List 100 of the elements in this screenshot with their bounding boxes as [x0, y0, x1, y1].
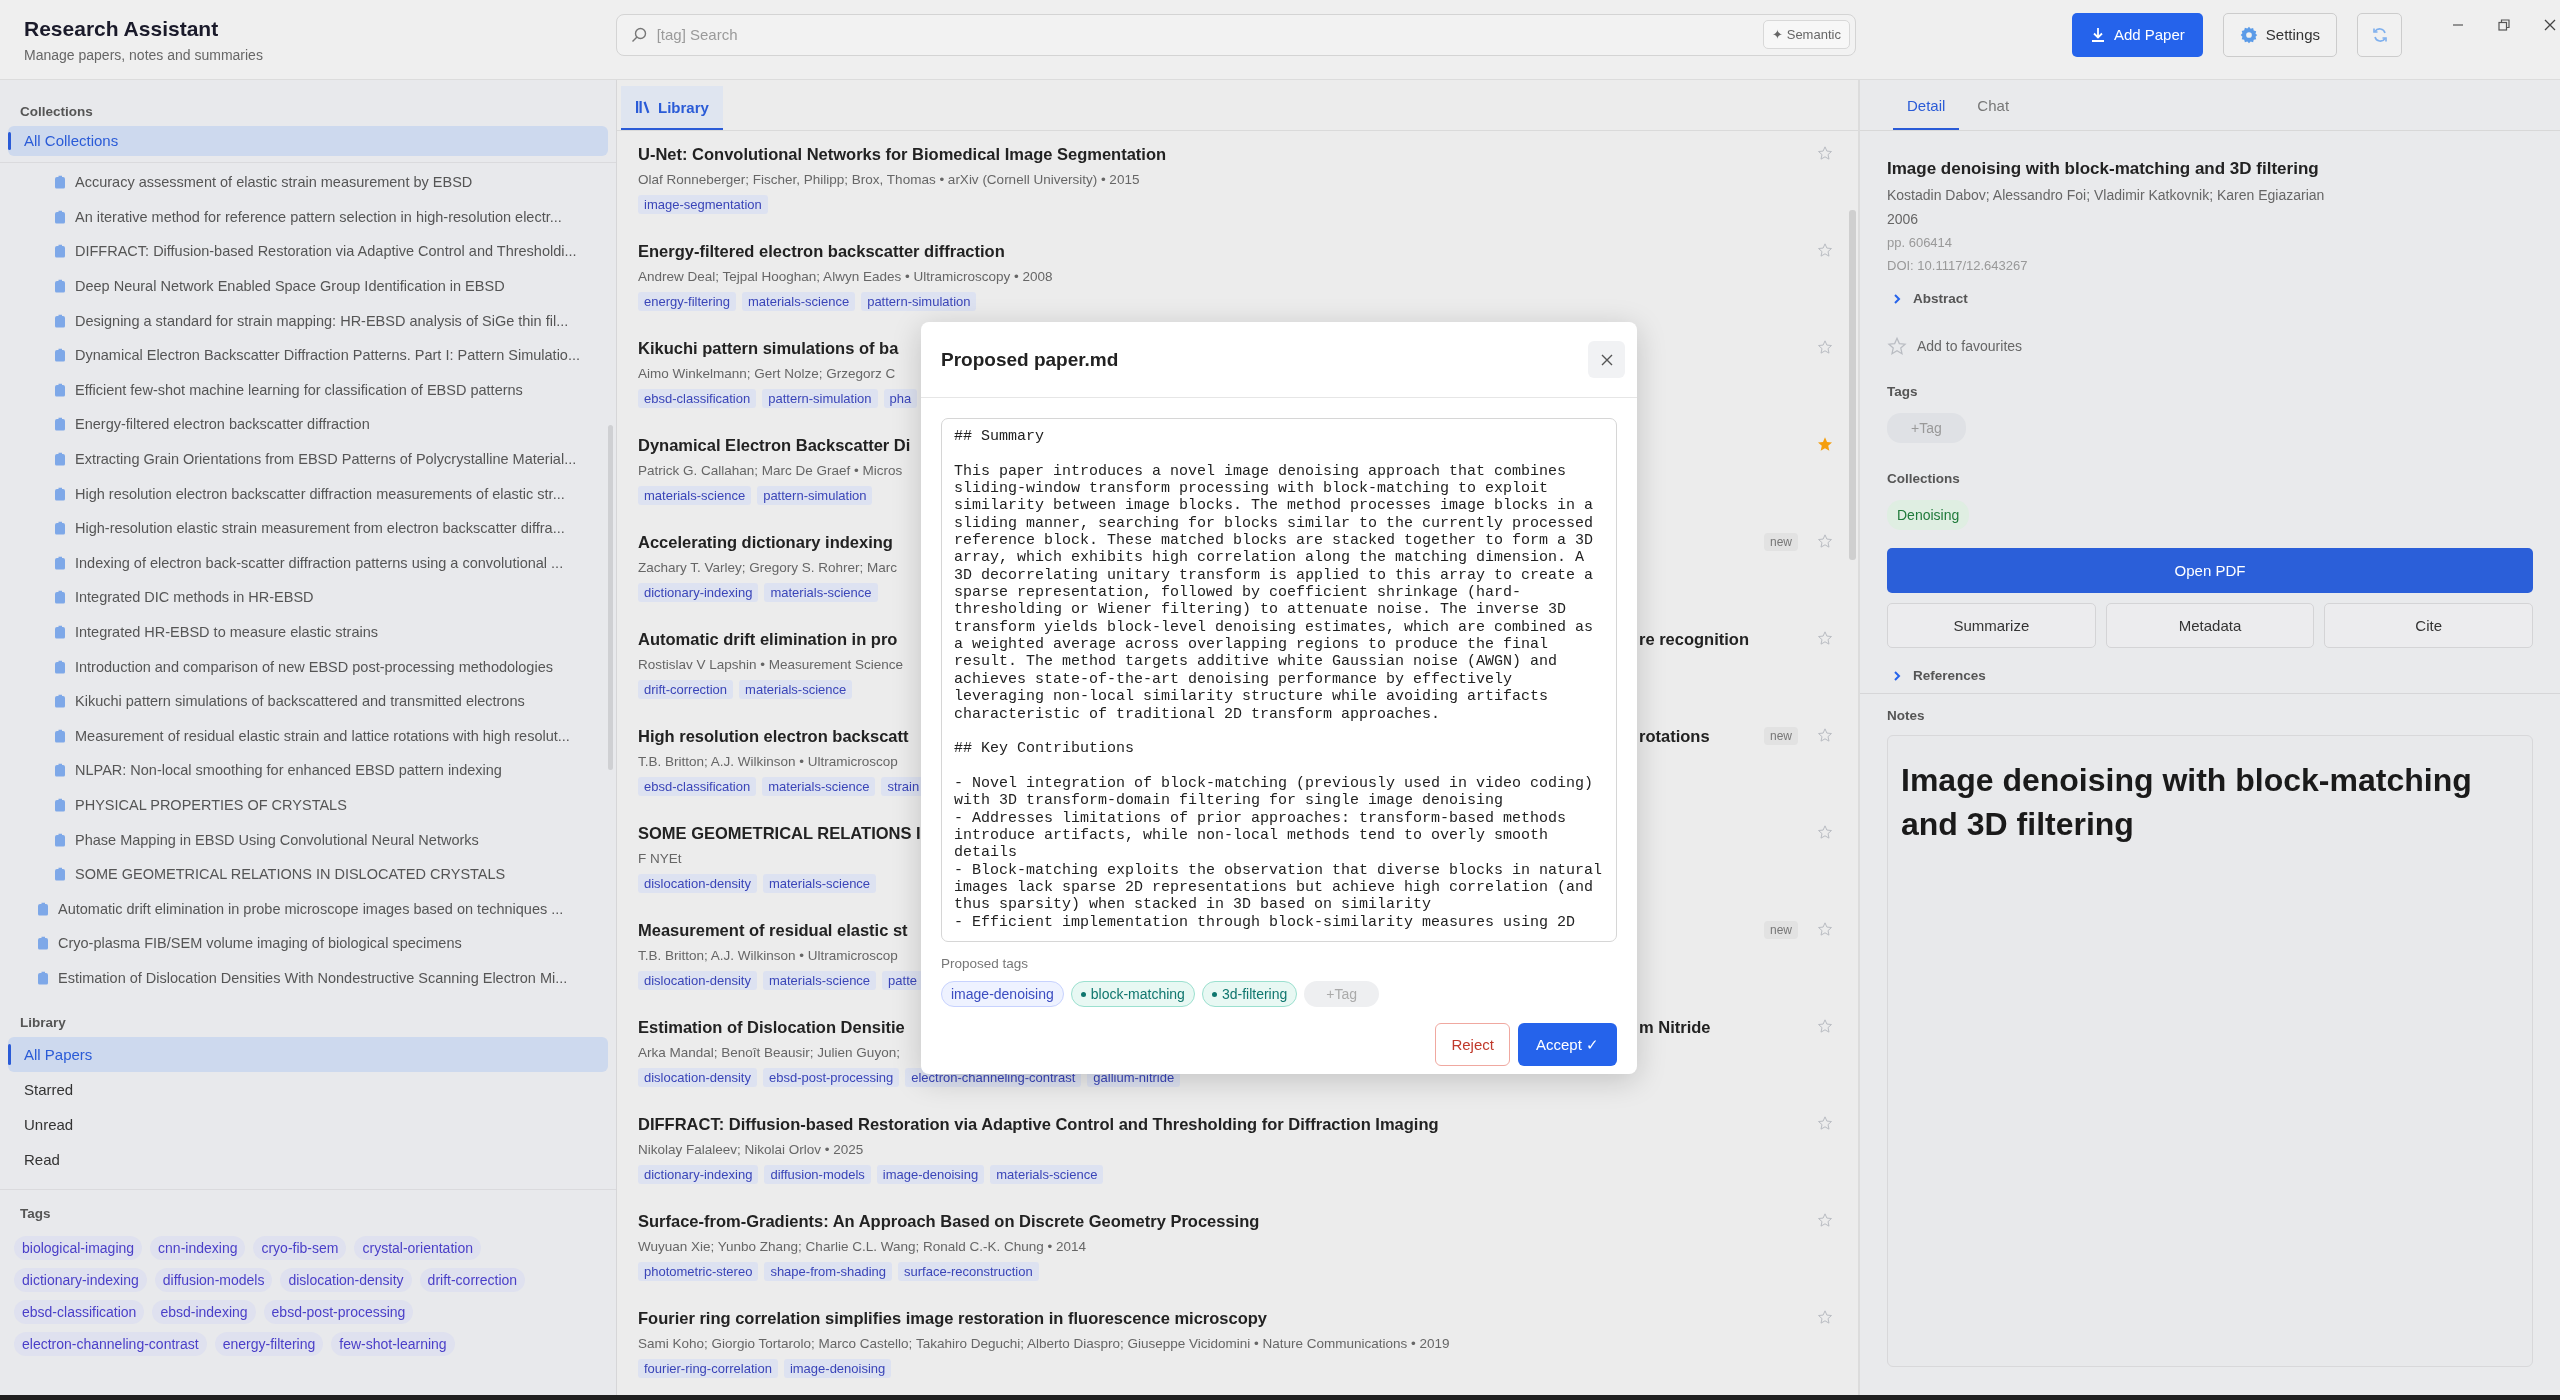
collection-item[interactable]: Designing a standard for strain mapping: HR-EBSD analysis of SiGe thin fil... — [75, 312, 569, 329]
tag-chip[interactable]: dislocation-density — [638, 1068, 757, 1087]
collection-item[interactable]: Integrated HR-EBSD to measure elastic strains — [75, 624, 378, 640]
paper-title[interactable]: Measurement of residual elastic st — [638, 919, 908, 941]
scrollbar-thumb[interactable] — [608, 425, 613, 770]
collection-item[interactable]: All Collections — [8, 126, 608, 156]
tag-chip[interactable]: dictionary-indexing — [638, 583, 759, 602]
tag-chip[interactable]: crystal-orientation — [354, 1236, 481, 1261]
paper-title[interactable]: re recognition — [1639, 628, 1749, 650]
tag-chip[interactable]: patte — [882, 971, 924, 990]
tag-chip[interactable]: ebsd-classification — [638, 777, 757, 796]
collection-item[interactable]: Estimation of Dislocation Densities With Nondestructive Scanning Electron Mi... — [58, 969, 568, 986]
tag-chip[interactable]: electron-channeling-contrast — [14, 1332, 207, 1357]
tag-chip[interactable]: dictionary-indexing — [14, 1268, 147, 1293]
library-filter-item[interactable]: All Papers — [8, 1037, 608, 1073]
collection-item[interactable]: Cryo-plasma FIB/SEM volume imaging of biological specimens — [58, 935, 462, 952]
tag-chip[interactable]: dislocation-density — [638, 874, 757, 893]
collection-item[interactable]: High resolution electron backscatter diffraction measurements of elastic str... — [75, 485, 565, 502]
tag-chip[interactable]: pattern-simulation — [762, 389, 878, 408]
tag-chip[interactable]: dictionary-indexing — [638, 1165, 759, 1184]
tag-chip[interactable]: block-matching — [1070, 981, 1195, 1007]
notes-editor[interactable]: Image denoising with block-matching and 3D filtering — [1887, 735, 2533, 1367]
tag-chip[interactable]: dislocation-density — [638, 971, 757, 990]
action-button[interactable]: Summarize — [1887, 603, 2096, 648]
paper-title[interactable]: Accelerating dictionary indexing — [638, 531, 893, 553]
tag-chip[interactable]: diffusion-models — [154, 1268, 273, 1293]
star-icon[interactable] — [1817, 242, 1833, 258]
tag-chip[interactable]: materials-science — [742, 292, 856, 311]
tag-chip[interactable]: image-segmentation — [638, 195, 768, 214]
tag-chip[interactable]: materials-science — [762, 777, 876, 796]
action-button[interactable]: Metadata — [2105, 603, 2315, 648]
paper-title[interactable]: Automatic drift elimination in pro — [638, 628, 898, 650]
star-icon[interactable] — [1817, 145, 1833, 161]
star-icon[interactable] — [1817, 921, 1833, 937]
star-icon[interactable] — [1817, 1115, 1833, 1131]
panel-tab[interactable]: Chat — [1963, 82, 2024, 130]
collection-item[interactable]: Indexing of electron back-scatter diffraction patterns using a convolutional ... — [75, 554, 564, 571]
collection-item[interactable]: An iterative method for reference pattern selection in high-resolution electr... — [75, 208, 562, 225]
paper-title[interactable]: Estimation of Dislocation Densitie — [638, 1016, 905, 1038]
tag-chip[interactable]: shape-from-shading — [764, 1262, 892, 1281]
star-icon[interactable] — [1817, 1018, 1833, 1034]
collection-item[interactable]: Dynamical Electron Backscatter Diffraction Patterns. Part I: Pattern Simulatio... — [75, 347, 580, 364]
tag-chip[interactable]: dislocation-density — [280, 1268, 412, 1293]
collection-item[interactable]: Deep Neural Network Enabled Space Group Identification in EBSD — [75, 278, 505, 295]
star-filled-icon[interactable] — [1817, 436, 1833, 452]
panel-tab[interactable]: Detail — [1893, 82, 1960, 130]
collection-item[interactable]: Accuracy assessment of elastic strain measurement by EBSD — [75, 174, 473, 191]
accept-button[interactable]: Accept ✓ — [1517, 1023, 1617, 1066]
tag-chip[interactable]: ebsd-classification — [14, 1300, 145, 1325]
tag-chip[interactable]: materials-science — [739, 680, 853, 699]
tag-chip[interactable]: cnn-indexing — [150, 1236, 246, 1261]
star-icon[interactable] — [1817, 630, 1833, 646]
paper-title[interactable]: DIFFRACT: Diffusion-based Restoration via Adaptive Control and Thresholding for Diffraction Imaging — [638, 1113, 1439, 1135]
tag-chip[interactable]: few-shot-learning — [331, 1332, 455, 1357]
collection-item[interactable]: Energy-filtered electron backscatter diffraction — [75, 416, 370, 433]
paper-title[interactable]: U-Net: Convolutional Networks for Biomedical Image Segmentation — [638, 143, 1167, 165]
tag-chip[interactable]: drift-correction — [638, 680, 734, 699]
tag-chip[interactable]: diffusion-models — [764, 1165, 871, 1184]
tag-chip[interactable]: image-denoising — [783, 1359, 892, 1378]
paper-title[interactable]: SOME GEOMETRICAL RELATIONS I — [638, 822, 921, 844]
tag-chip[interactable]: 3d-filtering — [1201, 981, 1298, 1007]
tag-chip[interactable]: drift-correction — [419, 1268, 526, 1293]
paper-title[interactable]: m Nitride — [1639, 1016, 1711, 1038]
collection-chip[interactable]: Denoising — [1887, 500, 1970, 530]
star-icon[interactable] — [1817, 339, 1833, 355]
paper-title[interactable]: rotations — [1639, 725, 1710, 747]
paper-title[interactable]: High resolution electron backscatt — [638, 725, 909, 747]
tag-chip[interactable]: energy-filtering — [638, 292, 736, 311]
refresh-button[interactable] — [2357, 12, 2402, 57]
collection-item[interactable]: Phase Mapping in EBSD Using Convolutional Neural Networks — [75, 831, 479, 848]
tag-chip[interactable]: materials-science — [762, 971, 877, 990]
collection-item[interactable]: Efficient few-shot machine learning for classification of EBSD patterns — [75, 381, 523, 398]
tag-chip[interactable]: surface-reconstruction — [898, 1262, 1039, 1281]
abstract-toggle[interactable]: Abstract — [1887, 291, 1968, 306]
star-icon[interactable] — [1817, 533, 1833, 549]
paper-title[interactable]: Fourier ring correlation simplifies image restoration in fluorescence microscopy — [638, 1307, 1267, 1329]
references-toggle[interactable]: References — [1887, 668, 1986, 689]
add-paper-button[interactable]: Add Paper — [2071, 12, 2203, 57]
collection-item[interactable]: Integrated DIC methods in HR-EBSD — [75, 589, 314, 606]
collection-item[interactable]: DIFFRACT: Diffusion-based Restoration via Adaptive Control and Thresholdi... — [75, 243, 577, 260]
tag-chip[interactable]: ebsd-post-processing — [263, 1300, 414, 1325]
tag-chip[interactable]: pattern-simulation — [861, 292, 977, 311]
star-icon[interactable] — [1817, 727, 1833, 743]
search-field[interactable]: [tag] Search ✦ Semantic — [615, 13, 1856, 56]
paper-title[interactable]: Kikuchi pattern simulations of ba — [638, 337, 899, 359]
tag-chip[interactable]: materials-science — [762, 874, 877, 893]
library-tab[interactable]: Library — [621, 86, 723, 130]
tag-chip[interactable]: image-denoising — [941, 981, 1064, 1007]
paper-title[interactable]: Energy-filtered electron backscatter diffraction — [638, 240, 1005, 262]
tag-chip[interactable]: fourier-ring-correlation — [638, 1359, 778, 1378]
action-button[interactable]: Cite — [2324, 603, 2533, 648]
star-icon[interactable] — [1817, 824, 1833, 840]
tag-chip[interactable]: materials-science — [638, 486, 752, 505]
tag-chip[interactable]: materials-science — [764, 583, 878, 602]
library-filter-item[interactable]: Starred — [8, 1072, 608, 1108]
tag-chip[interactable]: cryo-fib-sem — [253, 1236, 347, 1261]
collection-item[interactable]: NLPAR: Non-local smoothing for enhanced EBSD pattern indexing — [75, 762, 502, 779]
tag-chip[interactable]: energy-filtering — [214, 1332, 324, 1357]
library-filter-item[interactable]: Read — [8, 1142, 608, 1178]
star-icon[interactable] — [1817, 1309, 1833, 1325]
